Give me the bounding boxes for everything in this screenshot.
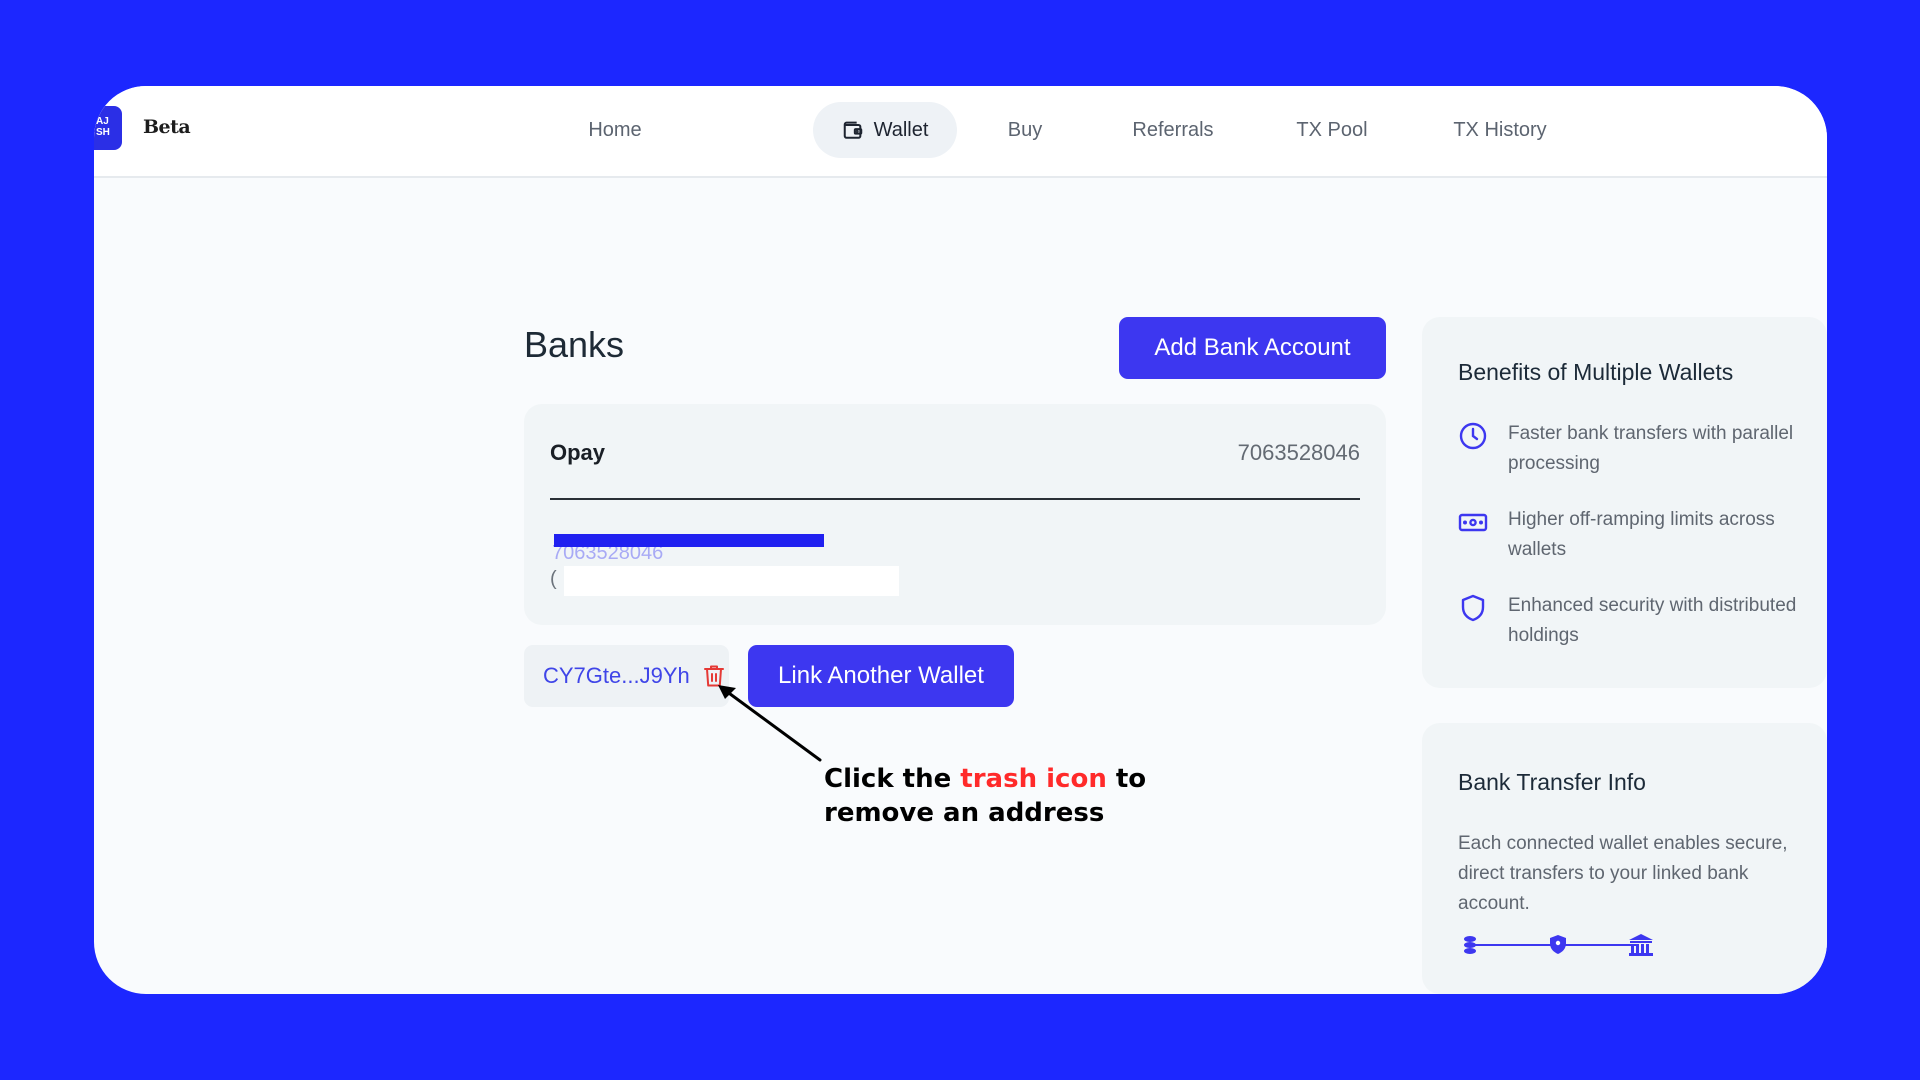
- nav-tx-pool[interactable]: TX Pool: [1272, 102, 1392, 158]
- nav-home[interactable]: Home: [569, 102, 661, 158]
- app-window: AJ SH Beta Home Wallet Buy Referrals TX …: [94, 86, 1827, 994]
- benefit-item: Higher off-ramping limits across wallets: [1458, 505, 1818, 565]
- nav-referrals-label: Referrals: [1132, 118, 1214, 141]
- nav-wallet-label: Wallet: [873, 118, 929, 141]
- redaction-bar: [554, 534, 824, 547]
- beta-badge: Beta: [143, 116, 191, 138]
- add-bank-account-button[interactable]: Add Bank Account: [1119, 317, 1386, 379]
- cash-icon: [1458, 507, 1488, 537]
- top-navbar: AJ SH Beta Home Wallet Buy Referrals TX …: [94, 86, 1827, 178]
- benefit-text: Faster bank transfers with parallel proc…: [1508, 423, 1794, 474]
- nav-referrals[interactable]: Referrals: [1107, 102, 1239, 158]
- transfer-info-title: Bank Transfer Info: [1458, 769, 1646, 795]
- bank-transfer-info-card: Bank Transfer Info Each connected wallet…: [1422, 723, 1827, 994]
- annotation-callout: Click the trash icon to remove an addres…: [824, 762, 1146, 830]
- wallet-address[interactable]: CY7Gte...J9Yh: [543, 663, 690, 689]
- nav-tx-pool-label: TX Pool: [1296, 118, 1368, 141]
- bank-account-number: 7063528046: [1237, 440, 1360, 465]
- wallet-address-chip: CY7Gte...J9Yh: [524, 645, 729, 707]
- callout-text-start: Click the: [824, 764, 961, 794]
- callout-line-2: remove an address: [824, 798, 1105, 828]
- nav-tx-history[interactable]: TX History: [1425, 102, 1575, 158]
- benefit-item: Faster bank transfers with parallel proc…: [1458, 419, 1818, 479]
- benefit-text: Higher off-ramping limits across wallets: [1508, 509, 1775, 560]
- bank-name: Opay: [550, 440, 606, 465]
- brand-logo[interactable]: AJ SH: [94, 106, 122, 150]
- nav-tx-history-label: TX History: [1453, 118, 1547, 141]
- callout-line-1: Click the trash icon to: [824, 762, 1146, 796]
- redaction-box: [564, 566, 899, 596]
- bank-icon: [1629, 934, 1653, 956]
- clock-icon: [1458, 421, 1488, 451]
- bank-account-card: Opay 7063528046 7063528046 (: [524, 404, 1386, 625]
- shield-icon: [1458, 593, 1488, 623]
- benefits-card: Benefits of Multiple Wallets Faster bank…: [1422, 317, 1827, 688]
- shield-icon: [1550, 935, 1566, 954]
- transfer-flow-graphic: [1464, 934, 1653, 956]
- annotation-arrow: [718, 685, 822, 762]
- wallet-icon: [842, 119, 864, 141]
- redacted-detail-text: (: [550, 568, 557, 590]
- nav-home-label: Home: [588, 118, 642, 141]
- benefit-text: Enhanced security with distributed holdi…: [1508, 595, 1797, 646]
- nav-buy[interactable]: Buy: [976, 102, 1074, 158]
- callout-text-end: to: [1106, 764, 1147, 794]
- coins-icon: [1464, 936, 1476, 954]
- transfer-info-description: Each connected wallet enables secure, di…: [1458, 833, 1788, 914]
- nav-buy-label: Buy: [1007, 118, 1043, 141]
- bank-divider: [550, 498, 1360, 500]
- callout-highlight: trash icon: [960, 764, 1107, 794]
- nav-wallet[interactable]: Wallet: [813, 102, 957, 158]
- benefits-title: Benefits of Multiple Wallets: [1458, 359, 1734, 385]
- banks-heading: Banks: [524, 324, 625, 365]
- benefit-item: Enhanced security with distributed holdi…: [1458, 591, 1818, 651]
